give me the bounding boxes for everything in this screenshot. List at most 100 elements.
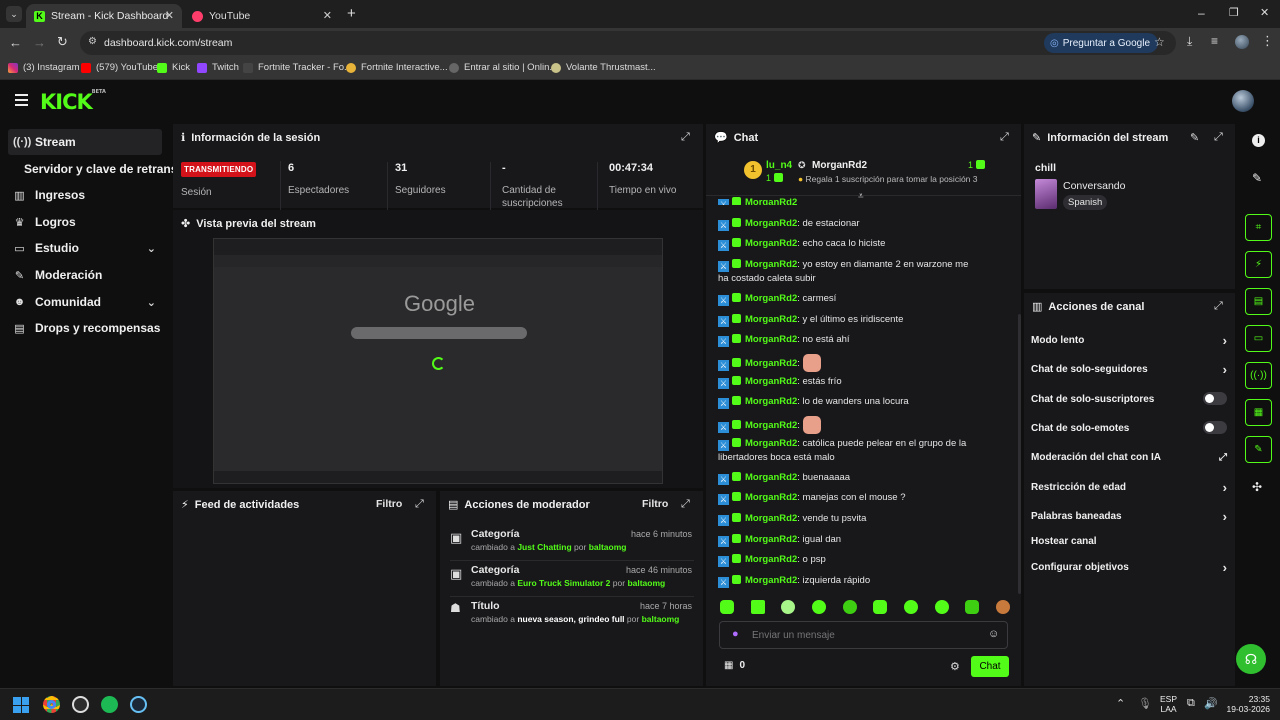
profile-avatar[interactable] — [1235, 35, 1249, 49]
tab-list-button[interactable]: ⌄ — [6, 6, 22, 22]
chat-input-box[interactable]: ● ☺ — [719, 621, 1008, 649]
chat-username[interactable]: MorganRd2 — [745, 420, 797, 431]
chat-username[interactable]: MorganRd2 — [745, 376, 797, 387]
chat-username[interactable]: MorganRd2 — [745, 259, 797, 270]
microphone-icon[interactable]: ● — [732, 628, 739, 640]
tray-chevron-icon[interactable]: ⌃ — [1116, 697, 1125, 710]
site-info-icon[interactable]: ⚙ — [88, 36, 97, 47]
chat-username[interactable]: MorganRd2 — [745, 513, 797, 524]
expand-icon[interactable]: ⤢ — [681, 498, 690, 511]
subscribers-only-toggle[interactable] — [1203, 392, 1227, 405]
chat-username[interactable]: MorganRd2 — [745, 438, 797, 449]
rail-boost-button[interactable]: ⚡ — [1245, 251, 1272, 278]
rail-chat-button[interactable]: ▭ — [1245, 325, 1272, 352]
action-subscribers-only[interactable]: Chat de solo-suscriptores — [1031, 392, 1227, 405]
action-banned-words[interactable]: Palabras baneadas › — [1031, 509, 1227, 524]
bookmark-fortnite-tracker[interactable]: Fortnite Tracker - Fo... — [243, 62, 352, 73]
chat-username[interactable]: MorganRd2 — [745, 334, 797, 345]
rail-tools-button[interactable]: ✎ — [1245, 436, 1272, 463]
chat-username[interactable]: MorganRd2 — [745, 554, 797, 565]
leaderboard-user-first[interactable]: lu_n4 — [766, 160, 792, 171]
emote-face-icon[interactable] — [802, 416, 821, 434]
language-indicator[interactable]: ESP LAA — [1160, 694, 1177, 714]
chat-username[interactable]: MorganRd2 — [745, 197, 797, 205]
chat-username[interactable]: MorganRd2 — [745, 358, 797, 369]
kick-logo[interactable]: KICKBETA — [40, 89, 106, 114]
chat-username[interactable]: MorganRd2 — [745, 575, 797, 586]
tab-youtube[interactable]: YouTube ✕ — [184, 4, 340, 28]
chevron-down-icon[interactable]: ⌄ — [147, 242, 156, 255]
sidebar-item-comunidad[interactable]: ☻ Comunidad ⌄ — [8, 289, 162, 315]
chevron-right-icon[interactable]: › — [1223, 560, 1227, 575]
rail-broadcast-button[interactable]: ((·)) — [1245, 362, 1272, 389]
sidebar-item-stream[interactable]: ((·)) Stream — [8, 129, 162, 155]
leaderboard-user-second[interactable]: MorganRd2 — [812, 160, 867, 171]
category-name[interactable]: Conversando — [1063, 180, 1125, 192]
back-icon[interactable]: ← — [9, 35, 22, 50]
close-tab-icon[interactable]: ✕ — [323, 9, 332, 22]
chat-username[interactable]: MorganRd2 — [745, 218, 797, 229]
chat-send-button[interactable]: Chat — [971, 656, 1009, 677]
ask-google-button[interactable]: ◎ Preguntar a Google — [1044, 33, 1159, 53]
expand-icon[interactable]: ⤢ — [1214, 131, 1223, 144]
bookmark-entrar[interactable]: Entrar al sitio | Onlin... — [449, 62, 557, 73]
close-window-icon[interactable]: ✕ — [1260, 6, 1269, 19]
user-avatar[interactable] — [1232, 90, 1254, 112]
expand-icon[interactable]: ⤢ — [415, 498, 424, 511]
bookmark-volante[interactable]: Volante Thrustmast... — [551, 62, 656, 73]
action-emotes-only[interactable]: Chat de solo-emotes — [1031, 421, 1227, 434]
reading-list-icon[interactable]: ≡ — [1211, 34, 1218, 48]
chat-settings-icon[interactable]: ⚙ — [950, 660, 960, 673]
bookmark-kick[interactable]: Kick — [157, 62, 190, 73]
emote-icon[interactable] — [720, 600, 734, 614]
emote-icon[interactable] — [811, 600, 826, 614]
emoji-picker-icon[interactable]: ☺ — [988, 628, 999, 640]
chat-scrollbar[interactable] — [1018, 314, 1021, 594]
sidebar-item-logros[interactable]: ♛ Logros — [8, 209, 162, 235]
steam-taskbar-icon[interactable] — [130, 696, 147, 713]
emote-icon[interactable] — [781, 600, 796, 614]
windows-start-icon[interactable] — [13, 697, 29, 713]
edit-icon[interactable]: ✎ — [1190, 131, 1199, 144]
browser-menu-icon[interactable]: ⋮ — [1261, 33, 1274, 49]
emote-face-icon[interactable] — [802, 354, 821, 372]
chrome-taskbar-icon[interactable] — [43, 696, 60, 713]
emote-icon[interactable] — [995, 600, 1010, 614]
info-icon[interactable]: i — [1252, 134, 1265, 147]
expand-icon[interactable]: ⤢ — [1214, 300, 1223, 313]
sidebar-item-server-key[interactable]: Servidor y clave de retransm — [8, 156, 188, 182]
sidebar-item-moderacion[interactable]: ✎ Moderación — [8, 262, 162, 288]
chat-username[interactable]: MorganRd2 — [745, 396, 797, 407]
chat-username[interactable]: MorganRd2 — [745, 238, 797, 249]
sidebar-item-drops[interactable]: ▤ Drops y recompensas — [8, 315, 162, 341]
tab-kick-dashboard[interactable]: K Stream - Kick Dashboard ✕ — [26, 4, 182, 28]
sidebar-item-estudio[interactable]: ▭ Estudio ⌄ — [8, 235, 162, 261]
action-followers-only[interactable]: Chat de solo-seguidores › — [1031, 362, 1227, 377]
rail-clip-button[interactable]: ⌗ — [1245, 214, 1272, 241]
network-icon[interactable]: ⧉ — [1187, 697, 1195, 710]
action-ai-moderation[interactable]: Moderación del chat con IA ⤢ — [1031, 452, 1227, 463]
emote-icon[interactable] — [750, 600, 765, 614]
bookmark-instagram[interactable]: (3) Instagram — [8, 62, 80, 73]
chevron-right-icon[interactable]: › — [1223, 362, 1227, 377]
sidebar-item-ingresos[interactable]: ▥ Ingresos — [8, 182, 162, 208]
minimize-icon[interactable]: – — [1198, 6, 1205, 20]
chat-username[interactable]: MorganRd2 — [745, 492, 797, 503]
action-age-restriction[interactable]: Restricción de edad › — [1031, 480, 1227, 495]
detail-user[interactable]: baltaomg — [627, 578, 665, 588]
chevron-down-icon[interactable]: ⌄ — [147, 296, 156, 309]
mic-tray-icon[interactable]: 🎙 — [1138, 697, 1152, 710]
maximize-icon[interactable]: ❐ — [1229, 6, 1239, 19]
external-link-icon[interactable]: ⤢ — [1219, 452, 1227, 463]
new-tab-button[interactable]: + — [347, 5, 356, 22]
emote-icon[interactable] — [903, 600, 918, 614]
url-bar[interactable]: ⚙ dashboard.kick.com/stream ◎ Preguntar … — [80, 31, 1176, 55]
chat-username[interactable]: MorganRd2 — [745, 534, 797, 545]
filter-button[interactable]: Filtro — [642, 498, 668, 510]
emote-icon[interactable] — [965, 600, 980, 614]
download-icon[interactable]: ⤓ — [1187, 34, 1192, 49]
detail-user[interactable]: baltaomg — [589, 542, 627, 552]
clock[interactable]: 23:35 19-03-2026 — [1222, 694, 1270, 714]
hamburger-menu-icon[interactable] — [15, 94, 28, 106]
forward-icon[interactable]: → — [33, 35, 46, 50]
